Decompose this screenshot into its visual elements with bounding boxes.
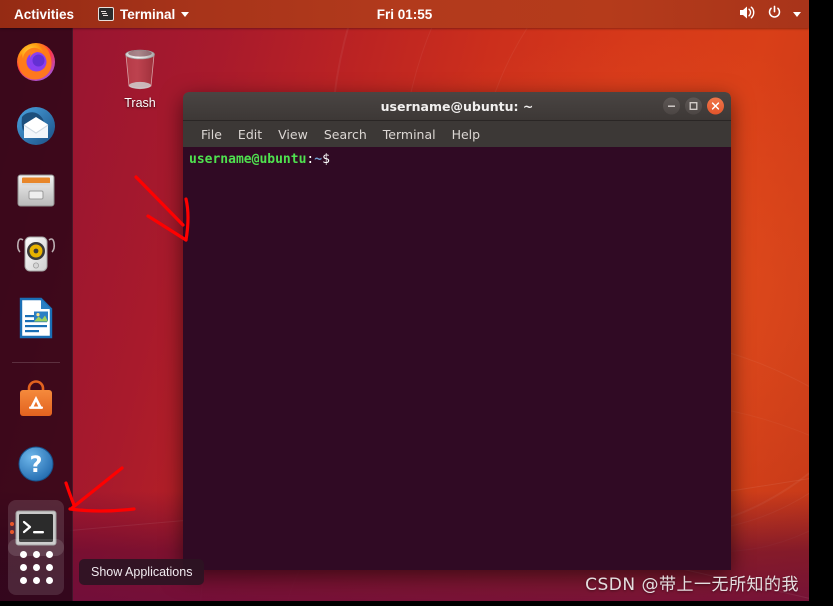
clock-label[interactable]: Fri 01:55: [377, 7, 433, 22]
volume-icon: [739, 5, 756, 23]
desktop-icon-trash[interactable]: Trash: [100, 42, 180, 120]
terminal-prompt-line: username@ubuntu:~$: [189, 151, 725, 168]
dock-item-thunderbird[interactable]: [8, 98, 64, 154]
terminal-output-area[interactable]: username@ubuntu:~$: [183, 147, 731, 570]
close-button[interactable]: [707, 97, 724, 115]
trash-icon: [125, 49, 155, 90]
menu-file[interactable]: File: [193, 125, 230, 144]
top-bar: Activities Terminal Fri 01:55: [0, 0, 809, 28]
terminal-titlebar[interactable]: username@ubuntu: ~: [183, 92, 731, 121]
app-menu-label: Terminal: [120, 6, 176, 22]
dock-item-libreoffice-writer[interactable]: [8, 290, 64, 346]
grid-icon: [19, 550, 53, 584]
firefox-icon: [17, 43, 55, 81]
menu-help[interactable]: Help: [444, 125, 489, 144]
dock: ?: [0, 28, 73, 601]
chevron-down-icon: [181, 11, 190, 17]
tooltip-show-applications: Show Applications: [79, 559, 205, 585]
files-icon: [17, 174, 55, 207]
window-controls: [663, 97, 724, 115]
prompt-symbol: $: [322, 152, 330, 167]
dock-item-rhythmbox[interactable]: [8, 226, 64, 282]
app-menu-terminal[interactable]: Terminal: [90, 0, 197, 28]
libreoffice-writer-icon: [19, 297, 53, 339]
dock-separator: [12, 362, 60, 363]
running-indicator: [10, 522, 14, 534]
watermark: CSDN @带上一无所知的我: [585, 575, 799, 595]
prompt-user-host: username@ubuntu: [189, 152, 307, 167]
thunderbird-icon: [17, 107, 55, 145]
dock-item-ubuntu-software[interactable]: [8, 372, 64, 428]
dock-item-files[interactable]: [8, 162, 64, 218]
power-icon: [767, 5, 782, 23]
system-indicators[interactable]: [739, 0, 801, 28]
menu-view[interactable]: View: [270, 125, 316, 144]
desktop-screen: Activities Terminal Fri 01:55 Trash user…: [0, 0, 809, 601]
dock-item-help[interactable]: ?: [8, 436, 64, 492]
desktop-icon-label: Trash: [124, 96, 156, 110]
activities-button[interactable]: Activities: [0, 0, 84, 28]
terminal-icon: [98, 7, 115, 21]
terminal-window[interactable]: username@ubuntu: ~ File Edit View Search: [183, 92, 731, 570]
menu-edit[interactable]: Edit: [230, 125, 270, 144]
help-icon: ?: [18, 446, 54, 482]
terminal-title: username@ubuntu: ~: [380, 98, 534, 114]
minimize-button[interactable]: [663, 97, 680, 115]
menu-terminal[interactable]: Terminal: [375, 125, 444, 144]
terminal-menubar: File Edit View Search Terminal Help: [183, 121, 731, 147]
dock-item-firefox[interactable]: [8, 34, 64, 90]
svg-text:?: ?: [30, 453, 43, 478]
show-applications-button[interactable]: [8, 539, 64, 595]
prompt-path: ~: [314, 152, 323, 167]
rhythmbox-icon: [16, 236, 56, 272]
ubuntu-software-icon: [20, 380, 52, 416]
menu-search[interactable]: Search: [316, 125, 375, 144]
maximize-button[interactable]: [685, 97, 702, 115]
chevron-down-icon: [793, 11, 801, 17]
